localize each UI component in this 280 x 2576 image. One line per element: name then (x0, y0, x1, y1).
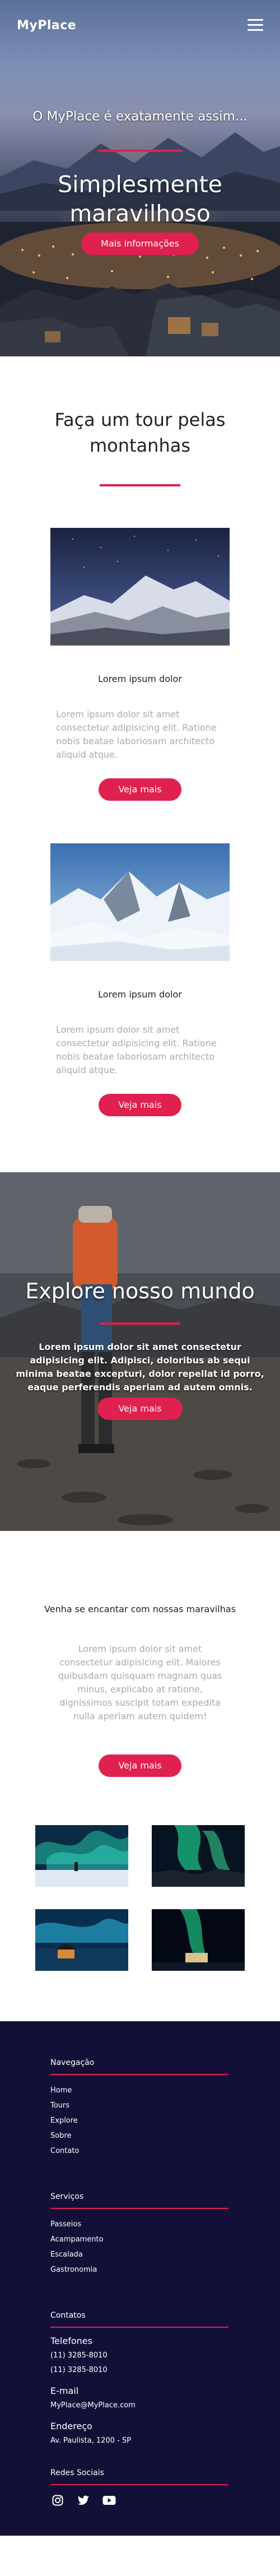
footer-divider (50, 2327, 228, 2328)
hero-divider (98, 150, 182, 152)
aurora-gallery (0, 1825, 280, 2021)
see-more-button[interactable]: Veja mais (99, 1094, 181, 1116)
footer-link-sobre[interactable]: Sobre (50, 2128, 280, 2143)
aurora-photo-3[interactable] (35, 1909, 128, 1971)
see-more-button[interactable]: Veja mais (99, 1755, 181, 1777)
hero-title: Simplesmente maravilhoso (0, 170, 280, 228)
hamburger-menu-icon[interactable] (248, 19, 263, 31)
hero-title-line1: Simplesmente (58, 171, 222, 198)
explore-section: Explore nosso mundo Lorem ipsum dolor si… (0, 1172, 280, 1531)
aurora-photo-1[interactable] (35, 1825, 128, 1887)
encantar-title: Venha se encantar com nossas maravilhas (44, 1604, 236, 1614)
see-more-button[interactable]: Veja mais (99, 778, 181, 801)
card-text: Lorem ipsum dolor sit amet consectetur a… (56, 1024, 217, 1075)
email-label: E-mail (50, 2385, 79, 2396)
hero-content: O MyPlace é exatamente assim... Simplesm… (0, 109, 280, 255)
explore-divider (100, 1322, 180, 1325)
card-title: Lorem ipsum dolor (98, 674, 182, 684)
footer-services: Serviços Passeios Acampamento Escalada G… (50, 2192, 280, 2277)
address-label: Endereço (50, 2421, 92, 2431)
explore-title: Explore nosso mundo (25, 1279, 255, 1303)
tour-title-line1: Faça um tour pelas (54, 409, 226, 430)
footer-link-explore[interactable]: Explore (50, 2113, 280, 2128)
explore-content: Explore nosso mundo Lorem ipsum dolor si… (0, 1279, 280, 1420)
tour-title: Faça um tour pelas montanhas (0, 407, 280, 458)
hamburger-bar (248, 24, 263, 26)
top-navbar: MyPlace (0, 0, 280, 50)
footer-link-escalada[interactable]: Escalada (50, 2247, 280, 2262)
footer-contacts: Contatos Telefones (11) 3285-8010 (11) 3… (50, 2311, 280, 2448)
footer-heading: Serviços (50, 2192, 83, 2201)
site-footer: Navegação Home Tours Explore Sobre Conta… (0, 2021, 280, 2536)
twitter-icon[interactable] (76, 2493, 91, 2508)
hero-title-line2: maravilhoso (69, 200, 211, 227)
hero-section: MyPlace O MyPlace é exatamente assim... … (0, 0, 280, 356)
tour-section: Faça um tour pelas montanhas Lorem ipsum… (0, 356, 280, 1172)
footer-nav-list: Home Tours Explore Sobre Contato (50, 2083, 280, 2159)
see-more-button[interactable]: Veja mais (97, 1398, 183, 1420)
card-title: Lorem ipsum dolor (98, 989, 182, 1000)
phone-number: (11) 3285-8010 (50, 2366, 108, 2374)
more-info-button[interactable]: Mais informações (81, 233, 199, 255)
address: Av. Paulista, 1200 - SP (50, 2436, 131, 2445)
footer-navigation: Navegação Home Tours Explore Sobre Conta… (50, 2058, 280, 2159)
email-address: MyPlace@MyPlace.com (50, 2401, 136, 2410)
hero-subtitle: O MyPlace é exatamente assim... (32, 109, 248, 124)
footer-link-tours[interactable]: Tours (50, 2098, 280, 2113)
social-icons (50, 2493, 280, 2508)
footer-divider (50, 2074, 228, 2075)
footer-link-gastronomia[interactable]: Gastronomia (50, 2262, 280, 2277)
instagram-icon[interactable] (50, 2493, 65, 2508)
snow-mountain-image (50, 843, 230, 961)
footer-services-list: Passeios Acampamento Escalada Gastronomi… (50, 2217, 280, 2277)
phone-number: (11) 3285-8010 (50, 2351, 108, 2360)
hamburger-bar (248, 29, 263, 31)
tour-card: Lorem ipsum dolor Lorem ipsum dolor sit … (50, 528, 230, 801)
hamburger-bar (248, 19, 263, 21)
encantar-text: Lorem ipsum dolor sit amet consectetur a… (58, 1644, 222, 1721)
footer-social: Redes Sociais (50, 2468, 280, 2508)
footer-divider (50, 2208, 228, 2209)
footer-link-acampamento[interactable]: Acampamento (50, 2232, 280, 2247)
aurora-photo-2[interactable] (152, 1825, 245, 1887)
youtube-icon[interactable] (102, 2493, 116, 2508)
night-mountain-image (50, 528, 230, 646)
footer-link-passeios[interactable]: Passeios (50, 2217, 280, 2232)
site-logo[interactable]: MyPlace (17, 18, 76, 33)
tour-divider (100, 484, 180, 486)
explore-text: Lorem ipsum dolor sit amet consectetur a… (16, 1342, 264, 1393)
footer-heading: Redes Sociais (50, 2468, 104, 2477)
encantar-section: Venha se encantar com nossas maravilhas … (0, 1531, 280, 2021)
footer-heading: Navegação (50, 2058, 95, 2067)
tour-title-line2: montanhas (89, 435, 191, 456)
footer-link-home[interactable]: Home (50, 2083, 280, 2098)
footer-divider (50, 2484, 228, 2485)
tour-card: Lorem ipsum dolor Lorem ipsum dolor sit … (50, 843, 230, 1116)
card-text: Lorem ipsum dolor sit amet consectetur a… (56, 709, 217, 760)
footer-link-contato[interactable]: Contato (50, 2143, 280, 2159)
footer-heading: Contatos (50, 2311, 86, 2320)
phones-label: Telefones (50, 2336, 92, 2346)
aurora-photo-4[interactable] (152, 1909, 245, 1971)
